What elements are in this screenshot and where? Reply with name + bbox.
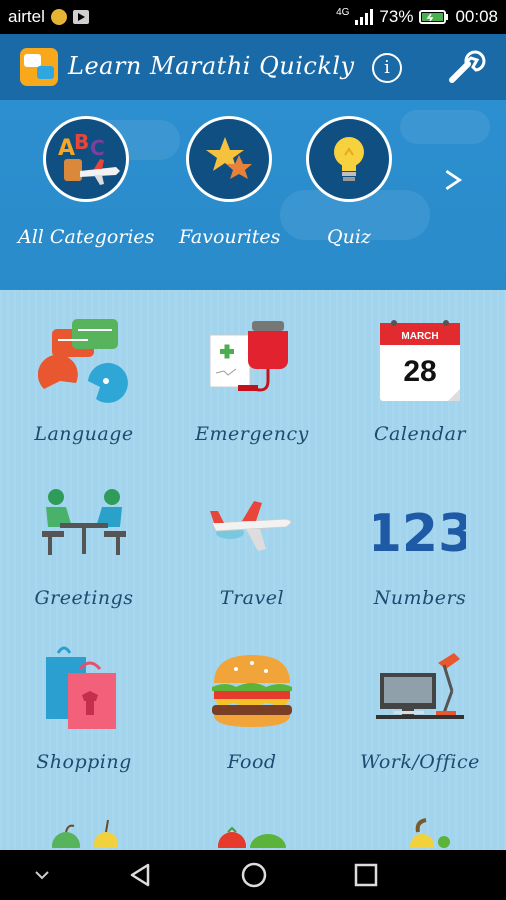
category-food[interactable]: Food: [168, 618, 336, 782]
battery-label: 73%: [379, 7, 414, 26]
airplane-icon: [210, 501, 292, 551]
all-categories-label: All Categories: [18, 226, 155, 248]
calendar-day: 28: [403, 355, 436, 388]
carrier-label: airtel: [8, 7, 45, 26]
clock-label: 00:08: [455, 7, 498, 26]
category-label: Work/Office: [360, 751, 480, 773]
category-emergency[interactable]: Emergency: [168, 290, 336, 454]
category-numbers[interactable]: 123 Numbers: [336, 454, 504, 618]
top-menu-banner: A B C All Categories Favourites Quiz: [0, 100, 506, 290]
navigation-bar: [0, 850, 506, 900]
abc-plane-icon: A B C: [58, 130, 120, 185]
people-meeting-icon: [42, 489, 126, 555]
quiz-button[interactable]: [306, 116, 392, 202]
office-desk-icon: [376, 653, 464, 719]
category-travel[interactable]: Travel: [168, 454, 336, 618]
shopping-bags-icon: [46, 646, 116, 729]
hike-icon: [50, 9, 67, 25]
category-greetings[interactable]: Greetings: [0, 454, 168, 618]
category-label: Food: [227, 751, 277, 773]
category-label: Numbers: [373, 587, 467, 609]
category-work-office[interactable]: Work/Office: [336, 618, 504, 782]
svg-text:C: C: [90, 136, 105, 160]
svg-text:A: A: [58, 136, 75, 161]
stars-icon: [206, 137, 252, 179]
signal-icon: [355, 9, 374, 25]
favourites-label: Favourites: [179, 226, 281, 248]
category-calendar[interactable]: MARCH 28 Calendar: [336, 290, 504, 454]
category-label: Greetings: [34, 587, 134, 609]
status-right: 4G 73% 00:08: [336, 7, 498, 27]
svg-text:B: B: [74, 130, 89, 154]
numbers-icon: 123: [374, 504, 466, 564]
app-logo-icon: [20, 48, 58, 86]
household-icon: [410, 818, 450, 848]
home-icon[interactable]: [240, 861, 268, 889]
recents-icon[interactable]: [354, 863, 378, 887]
chat-bubbles-icon: [38, 319, 128, 403]
fruits-icon: [52, 819, 118, 848]
wrench-icon[interactable]: [446, 50, 486, 86]
all-categories-button[interactable]: A B C: [43, 116, 129, 202]
category-label: Shopping: [36, 751, 132, 773]
calendar-icon: MARCH 28: [380, 320, 460, 401]
info-icon[interactable]: i: [372, 53, 402, 83]
burger-icon: [212, 655, 292, 727]
lightbulb-icon: [334, 137, 364, 181]
category-label: Language: [34, 423, 134, 445]
media-icon: [72, 10, 89, 24]
chevron-down-icon[interactable]: [34, 870, 50, 880]
quiz-label: Quiz: [327, 226, 371, 248]
category-shopping[interactable]: Shopping: [0, 618, 168, 782]
chevron-right-icon[interactable]: [442, 162, 464, 198]
category-label: Emergency: [195, 423, 309, 445]
svg-text:123: 123: [374, 504, 466, 564]
back-icon[interactable]: [128, 862, 154, 888]
app-title: Learn Marathi Quickly: [68, 52, 355, 80]
categories-grid: Language Emergency MARCH 28 Calendar Gre…: [0, 290, 506, 850]
battery-icon: [419, 10, 449, 24]
category-label: Calendar: [374, 423, 466, 445]
category-label: Travel: [219, 587, 285, 609]
category-language[interactable]: Language: [0, 290, 168, 454]
network-label: 4G: [336, 6, 350, 18]
status-bar: airtel 4G 73% 00:08: [0, 0, 506, 34]
medical-drip-icon: [209, 321, 288, 392]
favourites-button[interactable]: [186, 116, 272, 202]
status-left: airtel: [8, 7, 89, 27]
vegetables-icon: [218, 826, 286, 848]
calendar-month: MARCH: [401, 331, 438, 342]
app-bar: Learn Marathi Quickly i: [0, 34, 506, 100]
